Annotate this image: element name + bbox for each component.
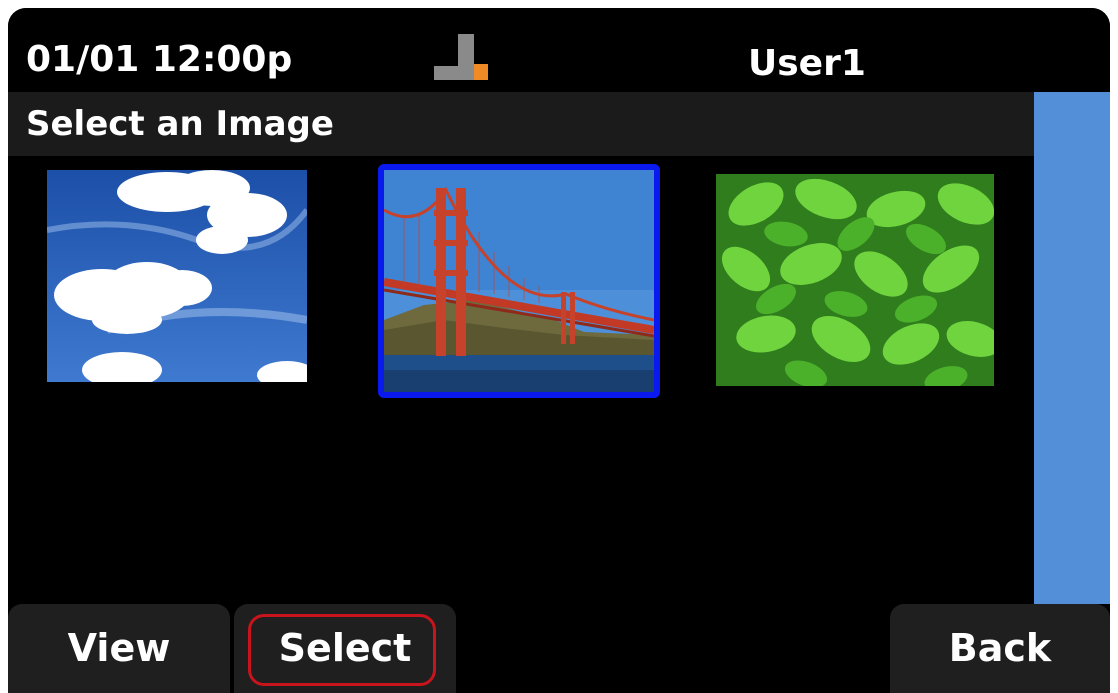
green-leaves-graphic bbox=[716, 174, 994, 386]
view-button-label: View bbox=[67, 626, 171, 670]
back-button[interactable]: Back bbox=[890, 604, 1110, 693]
golden-gate-bridge-image[interactable] bbox=[378, 164, 660, 398]
sky-clouds-image[interactable] bbox=[47, 170, 307, 382]
green-leaves-image[interactable] bbox=[716, 174, 994, 386]
sky-clouds-graphic bbox=[47, 170, 307, 382]
select-button[interactable]: Select bbox=[234, 604, 456, 693]
network-status-icon bbox=[434, 34, 488, 80]
status-bar: 01/01 12:00p User1 bbox=[8, 8, 1110, 92]
page-title: Select an Image bbox=[26, 104, 334, 144]
datetime: 01/01 12:00p bbox=[26, 39, 293, 80]
view-button[interactable]: View bbox=[8, 604, 230, 693]
title-bar: Select an Image bbox=[8, 92, 1034, 156]
username: User1 bbox=[748, 43, 866, 84]
phone-screen: 01/01 12:00p User1 Select an Image View … bbox=[8, 8, 1110, 693]
select-button-label: Select bbox=[278, 626, 412, 670]
golden-gate-bridge-graphic bbox=[384, 170, 654, 392]
scrollbar[interactable] bbox=[1034, 92, 1110, 604]
back-button-label: Back bbox=[948, 626, 1052, 670]
